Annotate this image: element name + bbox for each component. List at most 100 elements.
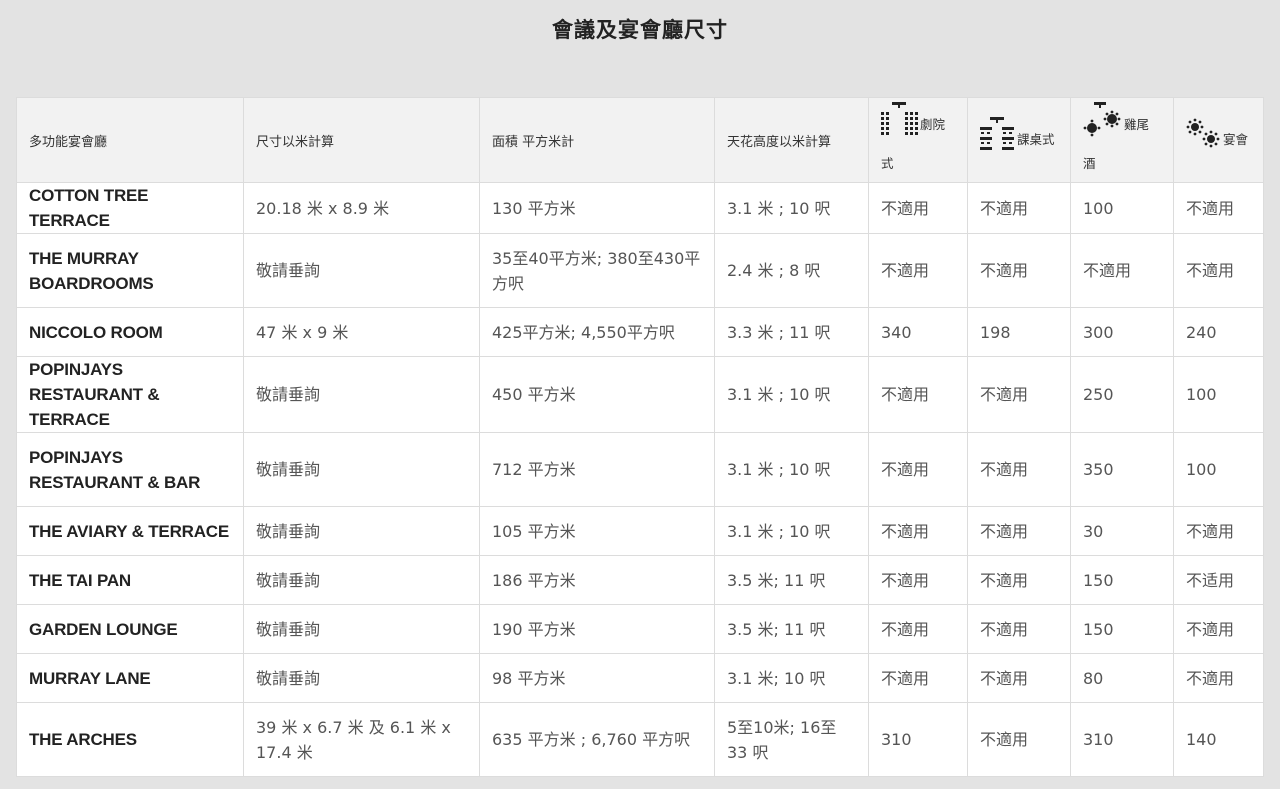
cocktail-capacity-cell: 30 bbox=[1070, 506, 1174, 556]
banquet-capacity-cell: 不適用 bbox=[1173, 604, 1264, 654]
theatre-capacity-cell: 不適用 bbox=[868, 233, 968, 308]
header-theatre: 劇院式 bbox=[868, 97, 968, 183]
classroom-capacity-cell: 不適用 bbox=[967, 604, 1071, 654]
banquet-capacity-cell: 不適用 bbox=[1173, 233, 1264, 308]
banquet-capacity-cell: 100 bbox=[1173, 356, 1264, 433]
ceiling-height-cell: 3.1 米 ; 10 呎 bbox=[714, 356, 869, 433]
cocktail-capacity-cell: 310 bbox=[1070, 702, 1174, 777]
page-title: 會議及宴會廳尺寸 bbox=[552, 18, 728, 42]
dimensions-cell: 敬請垂詢 bbox=[243, 356, 480, 433]
dimensions-cell: 敬請垂詢 bbox=[243, 555, 480, 605]
venue-name: THE AVIARY & TERRACE bbox=[16, 506, 244, 556]
table-row: NICCOLO ROOM 47 米 x 9 米 425平方米; 4,550平方呎… bbox=[16, 307, 1264, 357]
area-cell: 450 平方米 bbox=[479, 356, 715, 433]
venue-name: POPINJAYS RESTAURANT & TERRACE bbox=[16, 356, 244, 433]
table-row: POPINJAYS RESTAURANT & BAR 敬請垂詢 712 平方米 … bbox=[16, 432, 1264, 507]
table-row: COTTON TREE TERRACE 20.18 米 x 8.9 米 130 … bbox=[16, 182, 1264, 234]
theatre-capacity-cell: 不適用 bbox=[868, 356, 968, 433]
theatre-capacity-cell: 不適用 bbox=[868, 182, 968, 234]
header-banquet-label: 宴會 bbox=[1223, 131, 1249, 147]
banquet-capacity-cell: 不适用 bbox=[1173, 555, 1264, 605]
header-classroom: 課桌式 bbox=[967, 97, 1071, 183]
cocktail-capacity-cell: 250 bbox=[1070, 356, 1174, 433]
table-row: THE AVIARY & TERRACE 敬請垂詢 105 平方米 3.1 米 … bbox=[16, 506, 1264, 556]
classroom-seating-icon bbox=[980, 116, 1016, 164]
table-row: MURRAY LANE 敬請垂詢 98 平方米 3.1 米; 10 呎 不適用 … bbox=[16, 653, 1264, 703]
header-venue: 多功能宴會廳 bbox=[16, 97, 244, 183]
dimensions-cell: 敬請垂詢 bbox=[243, 233, 480, 308]
ceiling-height-cell: 3.1 米 ; 10 呎 bbox=[714, 182, 869, 234]
banquet-capacity-cell: 140 bbox=[1173, 702, 1264, 777]
dimensions-cell: 敬請垂詢 bbox=[243, 653, 480, 703]
table-row: GARDEN LOUNGE 敬請垂詢 190 平方米 3.5 米; 11 呎 不… bbox=[16, 604, 1264, 654]
area-cell: 425平方米; 4,550平方呎 bbox=[479, 307, 715, 357]
ceiling-height-cell: 2.4 米 ; 8 呎 bbox=[714, 233, 869, 308]
venue-name: THE MURRAY BOARDROOMS bbox=[16, 233, 244, 308]
banquet-capacity-cell: 240 bbox=[1173, 307, 1264, 357]
classroom-capacity-cell: 不適用 bbox=[967, 555, 1071, 605]
classroom-capacity-cell: 不適用 bbox=[967, 356, 1071, 433]
ceiling-height-cell: 5至10米; 16至33 呎 bbox=[714, 702, 869, 777]
classroom-capacity-cell: 不適用 bbox=[967, 432, 1071, 507]
banquet-capacity-cell: 不適用 bbox=[1173, 182, 1264, 234]
dimensions-cell: 敬請垂詢 bbox=[243, 506, 480, 556]
cocktail-capacity-cell: 100 bbox=[1070, 182, 1174, 234]
venue-capacity-table-wrapper: 多功能宴會廳 尺寸以米計算 面積 平方米計 天花高度以米計算 劇院式 課桌式 雞… bbox=[16, 97, 1264, 777]
classroom-capacity-cell: 不適用 bbox=[967, 506, 1071, 556]
table-row: POPINJAYS RESTAURANT & TERRACE 敬請垂詢 450 … bbox=[16, 356, 1264, 433]
cocktail-capacity-cell: 350 bbox=[1070, 432, 1174, 507]
classroom-capacity-cell: 不適用 bbox=[967, 702, 1071, 777]
cocktail-capacity-cell: 150 bbox=[1070, 555, 1174, 605]
theatre-seating-icon bbox=[881, 101, 919, 149]
header-cocktail: 雞尾酒 bbox=[1070, 97, 1174, 183]
area-cell: 186 平方米 bbox=[479, 555, 715, 605]
venue-name: GARDEN LOUNGE bbox=[16, 604, 244, 654]
cocktail-capacity-cell: 80 bbox=[1070, 653, 1174, 703]
theatre-capacity-cell: 不適用 bbox=[868, 653, 968, 703]
banquet-seating-icon bbox=[1186, 117, 1222, 164]
theatre-capacity-cell: 310 bbox=[868, 702, 968, 777]
ceiling-height-cell: 3.5 米; 11 呎 bbox=[714, 604, 869, 654]
area-cell: 190 平方米 bbox=[479, 604, 715, 654]
ceiling-height-cell: 3.1 米; 10 呎 bbox=[714, 653, 869, 703]
table-row: THE MURRAY BOARDROOMS 敬請垂詢 35至40平方米; 380… bbox=[16, 233, 1264, 308]
venue-name: THE TAI PAN bbox=[16, 555, 244, 605]
theatre-capacity-cell: 不適用 bbox=[868, 432, 968, 507]
table-header-row: 多功能宴會廳 尺寸以米計算 面積 平方米計 天花高度以米計算 劇院式 課桌式 雞… bbox=[16, 97, 1264, 183]
area-cell: 635 平方米 ; 6,760 平方呎 bbox=[479, 702, 715, 777]
header-banquet: 宴會 bbox=[1173, 97, 1264, 183]
cocktail-seating-icon bbox=[1083, 101, 1123, 149]
table-row: THE TAI PAN 敬請垂詢 186 平方米 3.5 米; 11 呎 不適用… bbox=[16, 555, 1264, 605]
area-cell: 98 平方米 bbox=[479, 653, 715, 703]
venue-name: NICCOLO ROOM bbox=[16, 307, 244, 357]
area-cell: 712 平方米 bbox=[479, 432, 715, 507]
theatre-capacity-cell: 不適用 bbox=[868, 506, 968, 556]
ceiling-height-cell: 3.1 米 ; 10 呎 bbox=[714, 506, 869, 556]
dimensions-cell: 敬請垂詢 bbox=[243, 432, 480, 507]
classroom-capacity-cell: 不適用 bbox=[967, 653, 1071, 703]
header-ceiling-height: 天花高度以米計算 bbox=[714, 97, 869, 183]
area-cell: 130 平方米 bbox=[479, 182, 715, 234]
venue-capacity-table: 多功能宴會廳 尺寸以米計算 面積 平方米計 天花高度以米計算 劇院式 課桌式 雞… bbox=[16, 97, 1264, 777]
venue-name: COTTON TREE TERRACE bbox=[16, 182, 244, 234]
classroom-capacity-cell: 不適用 bbox=[967, 182, 1071, 234]
banquet-capacity-cell: 100 bbox=[1173, 432, 1264, 507]
theatre-capacity-cell: 不適用 bbox=[868, 555, 968, 605]
table-row: THE ARCHES 39 米 x 6.7 米 及 6.1 米 x 17.4 米… bbox=[16, 702, 1264, 777]
theatre-capacity-cell: 340 bbox=[868, 307, 968, 357]
classroom-capacity-cell: 不適用 bbox=[967, 233, 1071, 308]
header-classroom-label: 課桌式 bbox=[1017, 131, 1055, 147]
header-area: 面積 平方米計 bbox=[479, 97, 715, 183]
ceiling-height-cell: 3.1 米 ; 10 呎 bbox=[714, 432, 869, 507]
area-cell: 105 平方米 bbox=[479, 506, 715, 556]
ceiling-height-cell: 3.3 米 ; 11 呎 bbox=[714, 307, 869, 357]
venue-name: MURRAY LANE bbox=[16, 653, 244, 703]
banquet-capacity-cell: 不適用 bbox=[1173, 506, 1264, 556]
venue-name: POPINJAYS RESTAURANT & BAR bbox=[16, 432, 244, 507]
cocktail-capacity-cell: 300 bbox=[1070, 307, 1174, 357]
dimensions-cell: 20.18 米 x 8.9 米 bbox=[243, 182, 480, 234]
dimensions-cell: 39 米 x 6.7 米 及 6.1 米 x 17.4 米 bbox=[243, 702, 480, 777]
venue-name: THE ARCHES bbox=[16, 702, 244, 777]
ceiling-height-cell: 3.5 米; 11 呎 bbox=[714, 555, 869, 605]
cocktail-capacity-cell: 150 bbox=[1070, 604, 1174, 654]
